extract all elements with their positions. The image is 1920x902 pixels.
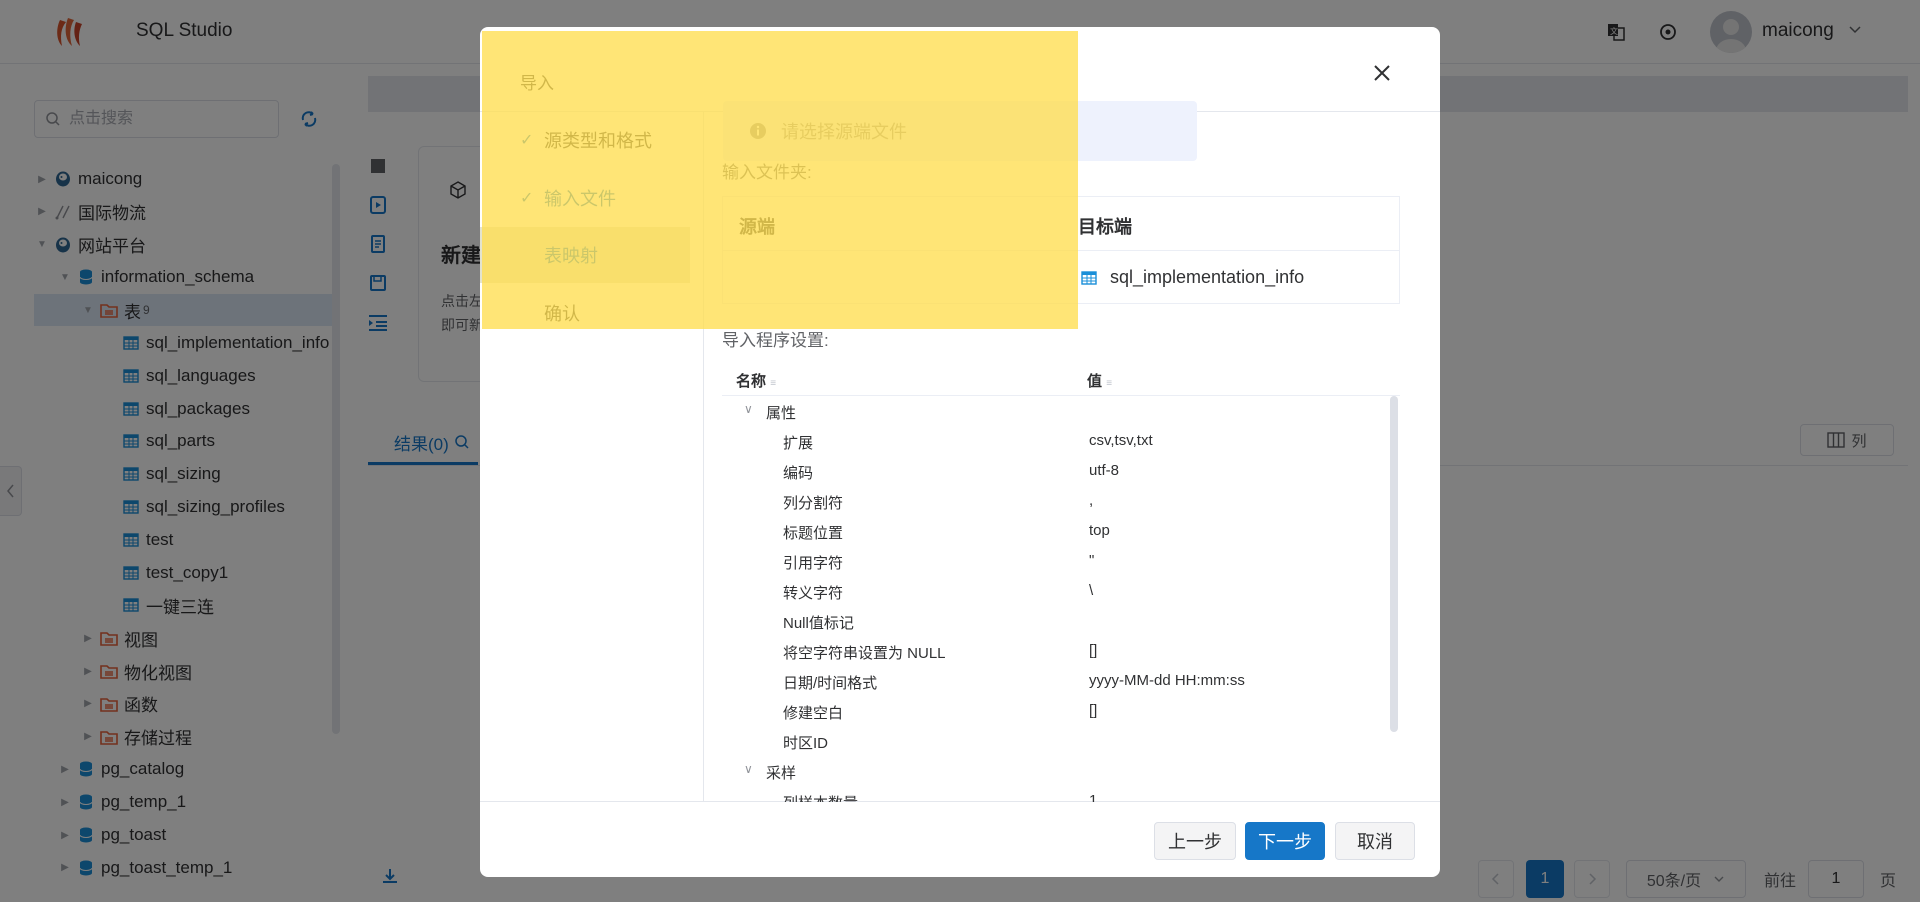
setting-name: 标题位置 bbox=[783, 525, 844, 542]
setting-value[interactable]: yyyy-MM-dd HH:mm:ss bbox=[1089, 672, 1245, 689]
group-label: 属性 bbox=[766, 405, 797, 422]
settings-scrollbar[interactable] bbox=[1390, 396, 1398, 732]
prev-step-button[interactable]: 上一步 bbox=[1154, 822, 1236, 860]
chevron-down-icon[interactable]: ∨ bbox=[744, 762, 753, 776]
mapping-table: 源端 目标端 sql_implementation_info bbox=[722, 196, 1400, 304]
check-icon: ✓ bbox=[520, 132, 534, 149]
sort-icon[interactable]: ≡ bbox=[770, 378, 776, 389]
setting-name: 扩展 bbox=[783, 435, 814, 452]
table-row[interactable]: 扩展 csv,tsv,txt bbox=[722, 426, 1400, 456]
input-folder-label: 输入文件夹: bbox=[722, 163, 812, 182]
setting-name: 将空字符串设置为 NULL bbox=[783, 645, 946, 662]
step-input-file[interactable]: ✓ 输入文件 bbox=[520, 170, 704, 226]
info-alert: 请选择源端文件 bbox=[723, 101, 1197, 161]
table-row[interactable]: sql_implementation_info bbox=[723, 251, 1399, 305]
sort-icon[interactable]: ≡ bbox=[1106, 378, 1112, 389]
table-row[interactable]: 引用字符 " bbox=[722, 546, 1400, 576]
settings-group[interactable]: ∨ 采样 bbox=[722, 756, 1400, 786]
setting-value[interactable]: [] bbox=[1089, 702, 1097, 719]
chevron-down-icon[interactable]: ∨ bbox=[744, 402, 753, 416]
step-confirm[interactable]: 确认 bbox=[520, 285, 704, 341]
setting-name: 列分割符 bbox=[783, 495, 844, 512]
setting-value[interactable]: " bbox=[1089, 552, 1094, 569]
setting-value[interactable]: \ bbox=[1089, 582, 1093, 599]
setting-name: 列样本数量 bbox=[783, 792, 858, 802]
table-row[interactable]: 将空字符串设置为 NULL [] bbox=[722, 636, 1400, 666]
value-column-header[interactable]: 值 ≡ bbox=[1087, 370, 1112, 391]
settings-header: 名称 ≡ 值 ≡ bbox=[722, 362, 1400, 396]
table-row[interactable]: 标题位置 top bbox=[722, 516, 1400, 546]
mapping-table-header: 源端 目标端 bbox=[723, 197, 1399, 251]
table-row[interactable]: 列分割符, bbox=[722, 486, 1400, 516]
table-row[interactable]: 修建空白 [] bbox=[722, 696, 1400, 726]
table-row[interactable]: 时区ID bbox=[722, 726, 1400, 756]
setting-name: 引用字符 bbox=[783, 555, 844, 572]
setting-name: 日期/时间格式 bbox=[783, 675, 878, 692]
table-row[interactable]: 转义字符 \ bbox=[722, 576, 1400, 606]
setting-value[interactable]: top bbox=[1089, 522, 1110, 539]
info-icon bbox=[750, 123, 766, 139]
setting-value[interactable]: [] bbox=[1089, 642, 1097, 659]
source-header: 源端 bbox=[739, 217, 775, 237]
table-row[interactable]: 列样本数量 1 bbox=[722, 786, 1400, 802]
step-source-type[interactable]: ✓ 源类型和格式 bbox=[520, 112, 704, 168]
step-table-mapping[interactable]: 表映射 bbox=[480, 227, 690, 283]
setting-value[interactable]: 1 bbox=[1089, 792, 1097, 802]
setting-value[interactable]: , bbox=[1089, 492, 1093, 509]
setting-value[interactable]: csv,tsv,txt bbox=[1089, 432, 1153, 449]
settings-group[interactable]: ∨ 属性 bbox=[722, 396, 1400, 426]
setting-name: 时区ID bbox=[783, 735, 829, 752]
table-row[interactable]: Null值标记 bbox=[722, 606, 1400, 636]
settings-table: 名称 ≡ 值 ≡ ∨ 属性 扩展 csv,tsv,txt 编码 utf-8 列分割符, 标题位… bbox=[722, 362, 1400, 802]
next-step-button[interactable]: 下一步 bbox=[1245, 822, 1325, 860]
setting-value[interactable]: utf-8 bbox=[1089, 462, 1119, 479]
target-cell[interactable]: sql_implementation_info bbox=[1110, 267, 1304, 288]
close-icon[interactable] bbox=[1368, 59, 1396, 87]
target-header: 目标端 bbox=[1078, 217, 1132, 237]
dialog-title: 导入 bbox=[520, 74, 554, 93]
setting-name: 转义字符 bbox=[783, 585, 844, 602]
setting-name: 修建空白 bbox=[783, 705, 844, 722]
setting-name: 编码 bbox=[783, 465, 814, 482]
importer-settings-label: 导入程序设置: bbox=[722, 331, 829, 350]
check-icon: ✓ bbox=[520, 190, 534, 207]
setting-name: Null值标记 bbox=[783, 615, 854, 632]
table-icon bbox=[1081, 271, 1097, 285]
name-column-header[interactable]: 名称 ≡ bbox=[736, 370, 776, 391]
table-row[interactable]: 日期/时间格式 yyyy-MM-dd HH:mm:ss bbox=[722, 666, 1400, 696]
cancel-button[interactable]: 取消 bbox=[1335, 822, 1415, 860]
group-label: 采样 bbox=[766, 765, 797, 782]
table-row[interactable]: 编码 utf-8 bbox=[722, 456, 1400, 486]
